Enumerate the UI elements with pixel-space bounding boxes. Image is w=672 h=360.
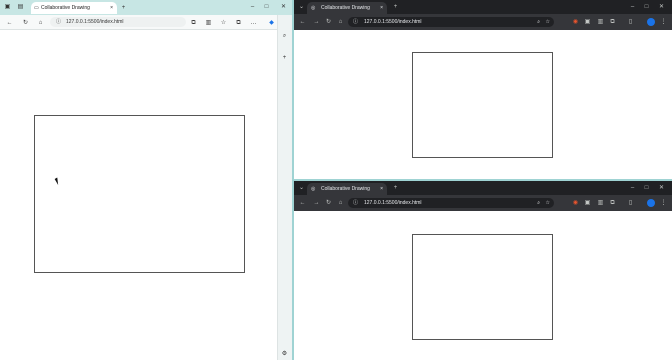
page-icon: ▭ (34, 5, 39, 11)
avatar[interactable] (647, 18, 655, 26)
collections-icon[interactable]: ⧉ (234, 18, 243, 28)
left-tab-title: Collaborative Drawing (41, 5, 90, 11)
minimize-icon[interactable]: – (248, 2, 257, 12)
edge-menu-icon[interactable]: … (249, 18, 258, 28)
top-right-tab-close[interactable]: × (380, 2, 383, 14)
maximize-icon[interactable]: □ (641, 182, 652, 194)
puzzle-extensions-icon[interactable]: ⧉ (608, 198, 617, 208)
bottom-right-tab-title: Collaborative Drawing (321, 186, 370, 192)
back-icon[interactable]: ← (5, 18, 14, 28)
bottom-right-tab-close[interactable]: × (380, 183, 383, 195)
tab-search-icon[interactable]: ⌄ (297, 183, 306, 193)
sidebar-search-icon[interactable]: ⌕ (280, 31, 289, 41)
extension-icon[interactable]: ▣ (583, 198, 592, 208)
left-tab-close[interactable]: × (110, 2, 113, 14)
top-right-tab-bar: ⌄ ◎ Collaborative Drawing × + – □ ✕ (294, 0, 672, 14)
bottom-right-new-tab-button[interactable]: + (391, 183, 400, 193)
home-icon[interactable]: ⌂ (36, 18, 45, 28)
profile-icon[interactable]: ▣ (3, 2, 12, 12)
extension-2-icon[interactable]: ▥ (596, 198, 605, 208)
bottom-right-browser-window: ⌄ ◎ Collaborative Drawing × + – □ ✕ ← → … (294, 181, 672, 360)
extension-icon[interactable]: ⧉ (189, 18, 198, 28)
extension-icon[interactable]: ▣ (583, 17, 592, 27)
reload-icon[interactable]: ↻ (21, 18, 30, 28)
back-icon[interactable]: ← (298, 198, 307, 208)
drawing-canvas-left[interactable] (34, 115, 245, 273)
avatar[interactable] (647, 199, 655, 207)
sidebar-settings-icon[interactable]: ⚙ (280, 349, 289, 359)
bottom-right-tab-bar: ⌄ ◎ Collaborative Drawing × + – □ ✕ (294, 181, 672, 195)
minimize-icon[interactable]: – (627, 1, 638, 13)
reload-icon[interactable]: ↻ (324, 198, 333, 208)
top-right-browser-window: ⌄ ◎ Collaborative Drawing × + – □ ✕ ← → … (294, 0, 672, 179)
bookmark-star-icon[interactable]: ☆ (546, 17, 550, 27)
home-icon[interactable]: ⌂ (336, 17, 345, 27)
left-new-tab-button[interactable]: + (119, 3, 128, 13)
site-info-icon[interactable]: ⓘ (353, 198, 358, 208)
favorites-icon[interactable]: ☆ (219, 18, 228, 28)
zoom-icon[interactable]: ⌕ (537, 17, 540, 27)
extension-red-icon[interactable]: ◉ (571, 17, 580, 27)
maximize-icon[interactable]: □ (641, 1, 652, 13)
left-tab-bar: ▣ ▤ ▭ Collaborative Drawing × + – □ ✕ (0, 0, 292, 15)
reload-icon[interactable]: ↻ (324, 17, 333, 27)
globe-icon: ◎ (311, 5, 316, 11)
top-right-tab-title: Collaborative Drawing (321, 5, 370, 11)
split-screen-icon[interactable]: ▥ (204, 18, 213, 28)
maximize-icon[interactable]: □ (262, 2, 271, 12)
extension-2-icon[interactable]: ▥ (596, 17, 605, 27)
drawing-canvas-top-right[interactable] (412, 52, 553, 158)
puzzle-extensions-icon[interactable]: ⧉ (608, 17, 617, 27)
left-url: 127.0.0.1:5500/index.html (66, 19, 124, 25)
top-right-address-bar[interactable]: ⓘ 127.0.0.1:5500/index.html ⌕ ☆ (348, 17, 554, 27)
top-right-tab[interactable]: ◎ Collaborative Drawing × (307, 2, 387, 14)
site-info-icon[interactable]: ⓘ (353, 17, 358, 27)
bottom-right-toolbar: ← → ↻ ⌂ ⓘ 127.0.0.1:5500/index.html ⌕ ☆ … (294, 195, 672, 211)
back-icon[interactable]: ← (298, 17, 307, 27)
bottom-right-url: 127.0.0.1:5500/index.html (364, 200, 422, 206)
tab-search-icon[interactable]: ⌄ (297, 2, 306, 12)
sidebar-add-icon[interactable]: + (280, 53, 289, 63)
left-tab[interactable]: ▭ Collaborative Drawing × (31, 2, 117, 14)
forward-icon[interactable]: → (312, 17, 321, 27)
edge-sidebar: ⌕ + ⚙ (277, 15, 292, 360)
close-icon[interactable]: ✕ (279, 2, 288, 12)
minimize-icon[interactable]: – (627, 182, 638, 194)
menu-icon[interactable]: ⋮ (659, 198, 668, 208)
menu-icon[interactable]: ⋮ (659, 17, 668, 27)
bookmark-star-icon[interactable]: ☆ (546, 198, 550, 208)
tab-actions-icon[interactable]: ▤ (16, 2, 25, 12)
copilot-icon[interactable]: ◆ (267, 18, 276, 28)
zoom-icon[interactable]: ⌕ (537, 198, 540, 208)
bottom-right-address-bar[interactable]: ⓘ 127.0.0.1:5500/index.html ⌕ ☆ (348, 198, 554, 208)
close-icon[interactable]: ✕ (656, 182, 667, 194)
site-info-icon[interactable]: ⓘ (56, 17, 61, 27)
left-browser-window: ▣ ▤ ▭ Collaborative Drawing × + – □ ✕ ← … (0, 0, 292, 360)
home-icon[interactable]: ⌂ (336, 198, 345, 208)
top-right-new-tab-button[interactable]: + (391, 2, 400, 12)
left-address-bar[interactable]: ⓘ 127.0.0.1:5500/index.html (50, 17, 186, 27)
extension-red-icon[interactable]: ◉ (571, 198, 580, 208)
top-right-url: 127.0.0.1:5500/index.html (364, 19, 422, 25)
globe-icon: ◎ (311, 186, 316, 192)
top-right-toolbar: ← → ↻ ⌂ ⓘ 127.0.0.1:5500/index.html ⌕ ☆ … (294, 14, 672, 30)
close-icon[interactable]: ✕ (656, 1, 667, 13)
side-panel-icon[interactable]: ▯ (626, 198, 635, 208)
forward-icon[interactable]: → (312, 198, 321, 208)
drawing-canvas-bottom-right[interactable] (412, 234, 553, 340)
bottom-right-tab[interactable]: ◎ Collaborative Drawing × (307, 183, 387, 195)
side-panel-icon[interactable]: ▯ (626, 17, 635, 27)
